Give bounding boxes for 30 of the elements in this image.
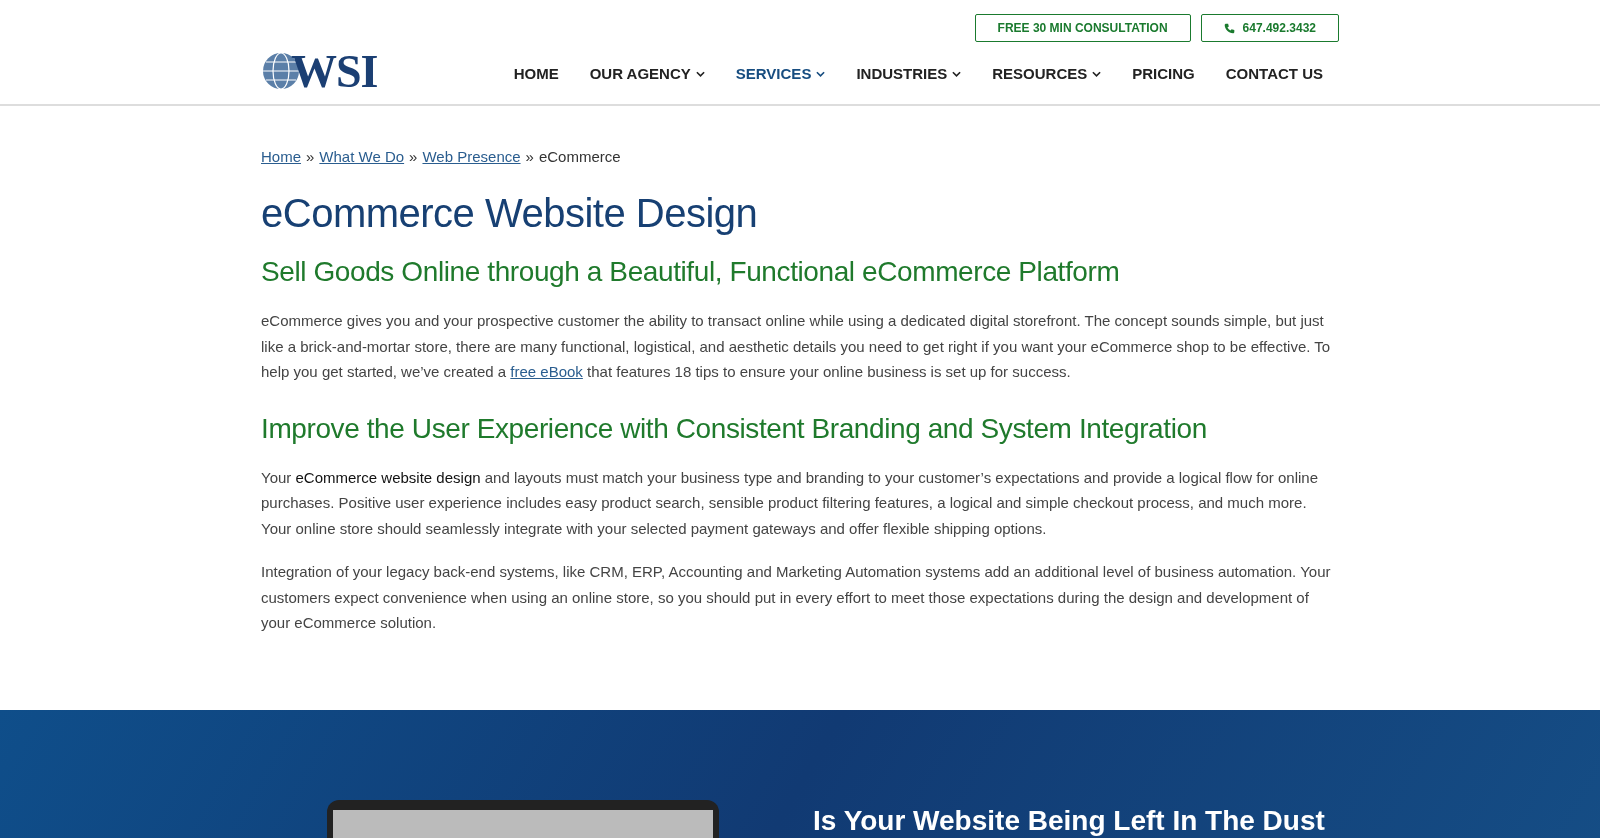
breadcrumb-separator: » (409, 148, 418, 165)
breadcrumb-link[interactable]: Home (261, 148, 301, 165)
breadcrumb-link[interactable]: Web Presence (422, 148, 521, 165)
breadcrumb-current: eCommerce (538, 148, 621, 165)
nav-item[interactable]: PRICING (1132, 65, 1195, 82)
section-heading: Sell Goods Online through a Beautiful, Functional eCommerce Platform (261, 256, 1121, 288)
breadcrumb-separator: » (306, 148, 315, 165)
nav-item[interactable]: INDUSTRIES (856, 65, 962, 82)
nav-item[interactable]: CONTACT US (1225, 65, 1323, 82)
breadcrumb-link[interactable]: What We Do (319, 148, 405, 165)
phone-button[interactable]: 647.492.3432 (1200, 14, 1339, 42)
wsi-logo[interactable]: WSI (261, 46, 378, 96)
chevron-icon (695, 70, 705, 77)
section-heading: Improve the User Experience with Consistent Branding and System Integration (261, 412, 1208, 445)
paragraph: Integration of your legacy back-end systems, like CRM, ERP, Accounting and Marketing Automation systems add an additional level of business automation. Your customers expect convenience when using an online store, so you should put in every effort to meet those expectations during the design and development of your eCommerce solution. (261, 562, 1332, 633)
chevron-icon (816, 70, 826, 77)
nav-item[interactable]: SERVICES (735, 65, 826, 82)
phone-icon (1223, 22, 1235, 34)
paragraph: Your eCommerce website design and layouts must match your business type and branding to your customer’s expectations and provide a logical flow for online purchases. Positive user experience includes easy product search, sensible product filtering features, a logical and simple checkout process, and much more. Your online store should seamlessly integrate with your selected payment gateways and offer flexible shipping options. (261, 467, 1319, 539)
chevron-icon (1092, 70, 1102, 77)
consultation-button[interactable]: FREE 30 MIN CONSULTATION (974, 14, 1191, 42)
nav-item[interactable]: HOME (513, 65, 559, 82)
paragraph: eCommerce gives you and your prospective customer the ability to transact online while using a dedicated digital storefront. The concept sounds simple, but just like a brick-and-mortar store, there are many functional, logistical, and aesthetic details you need to get right if you want your eCommerce shop to be effective. To help you get started, we’ve created a free eBook that features 18 tips to ensure your online business is set up for success. (261, 311, 1332, 382)
chevron-icon (952, 70, 962, 77)
banner-heading: Is Your Website Being Left In The Dust (813, 804, 1325, 838)
page-title: eCommerce Website Design (261, 191, 759, 236)
nav-item[interactable]: OUR AGENCY (589, 65, 705, 82)
ebook-link[interactable]: free eBook (510, 363, 583, 380)
breadcrumb-separator: » (525, 148, 534, 165)
nav-item[interactable]: RESOURCES (992, 65, 1102, 82)
